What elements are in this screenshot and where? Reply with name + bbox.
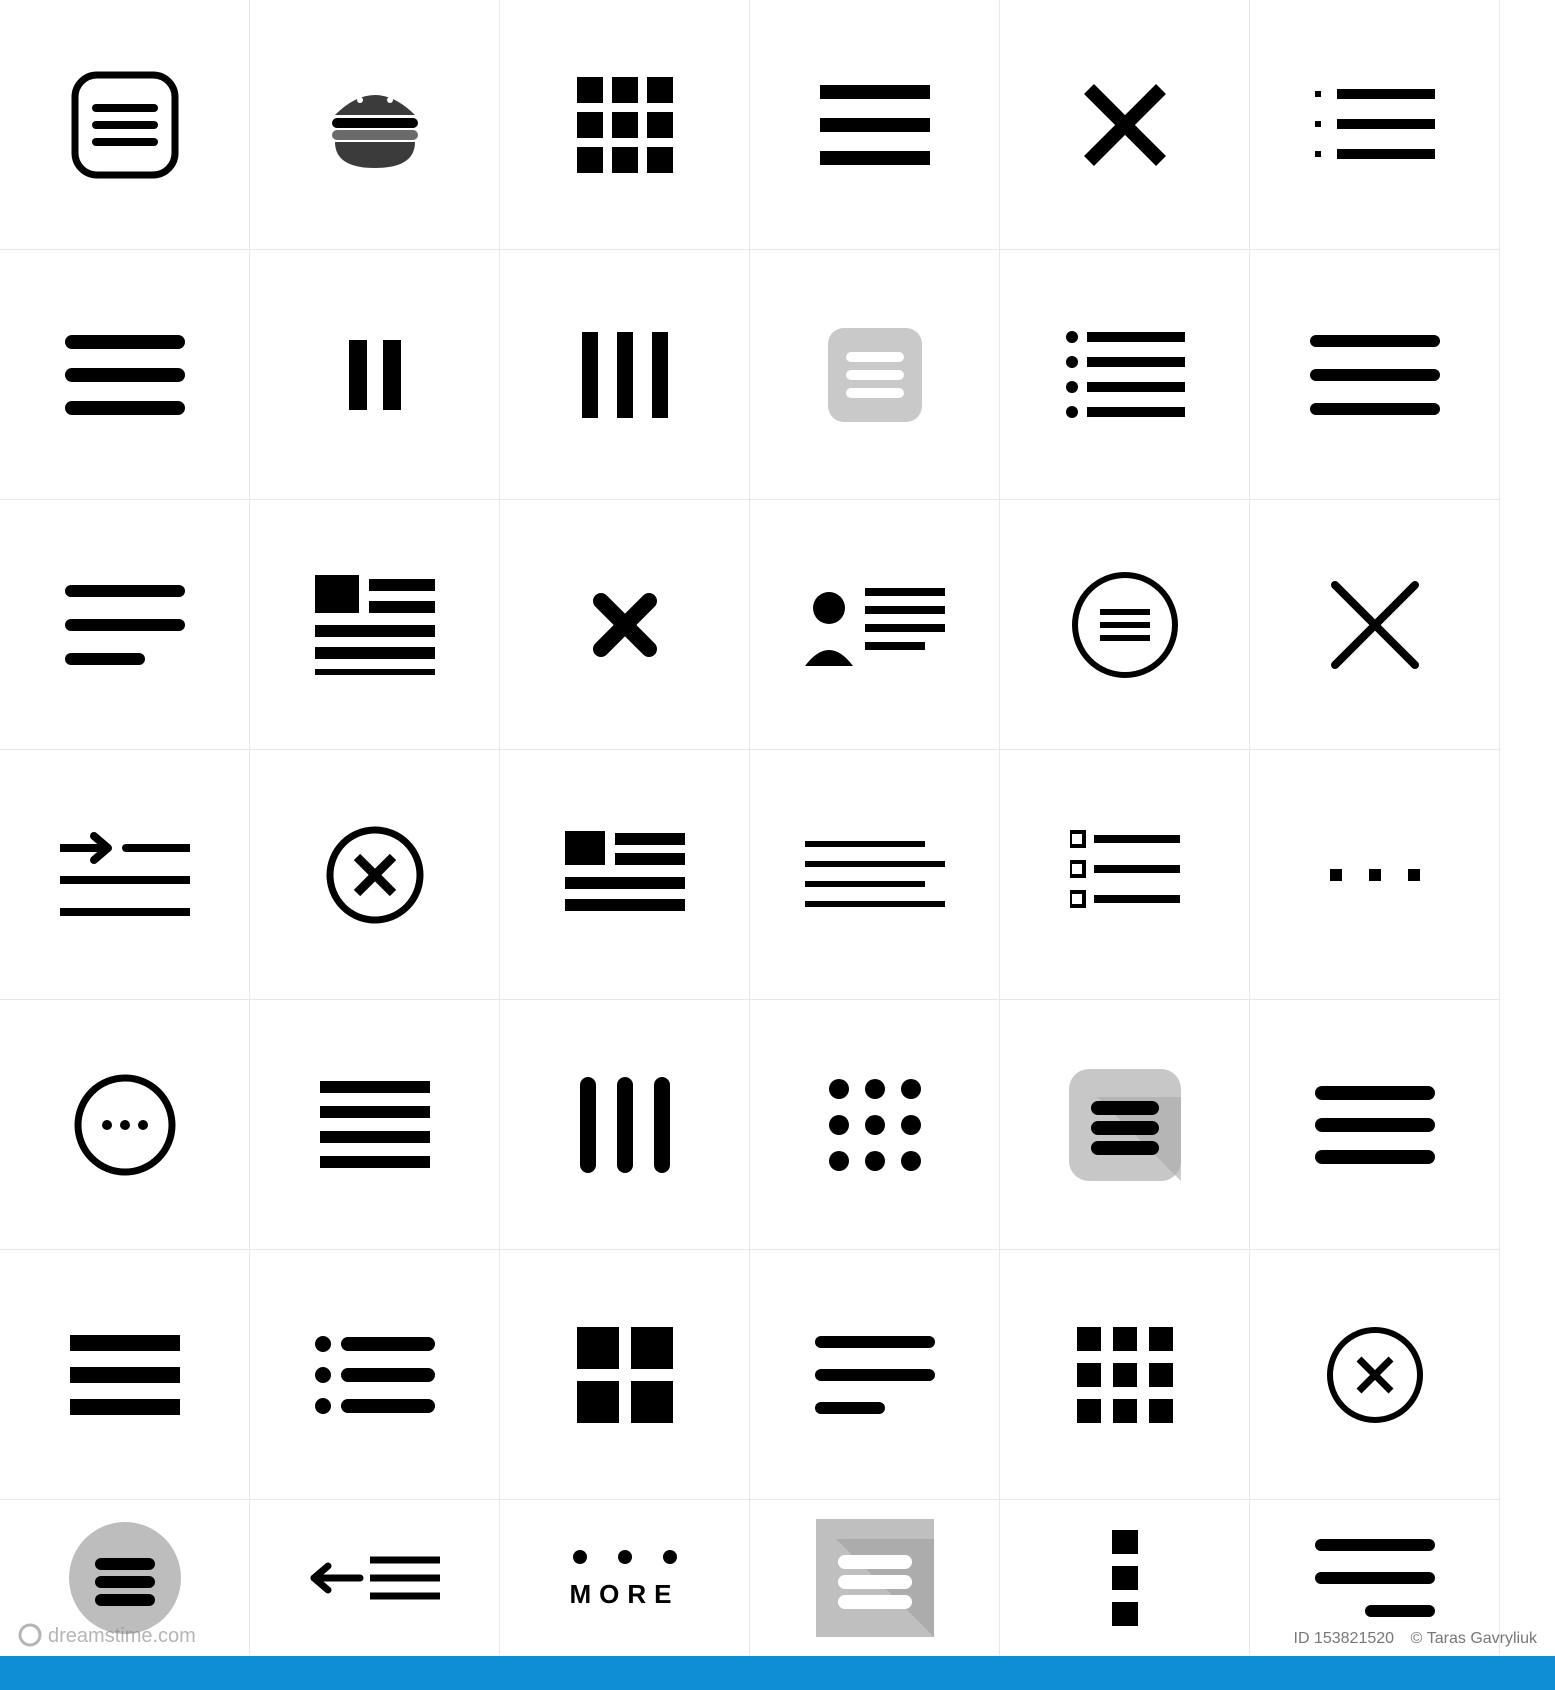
ellipsis-circle-outline-icon (0, 1000, 250, 1250)
align-left-icon (0, 500, 250, 750)
more-ellipsis-label-icon: MORE (570, 1500, 680, 1655)
grid-3x3-2-icon (1000, 1250, 1250, 1500)
hamburger-circle-outline-icon (1000, 500, 1250, 750)
user-with-list-icon (750, 500, 1000, 750)
align-justify-icon (250, 1000, 500, 1250)
copyright-symbol: © (1411, 1630, 1423, 1648)
image-id: ID 153821520 (1294, 1630, 1395, 1648)
hamburger-rounded-box-icon (0, 0, 250, 250)
hamburger-thick-icon (750, 0, 1000, 250)
burger-food-icon (250, 0, 500, 250)
back-to-list-arrow-icon (310, 1500, 440, 1655)
author-name: Taras Gavryliuk (1427, 1630, 1537, 1648)
align-left-short-icon (750, 1250, 1000, 1500)
hamburger-shadow-square-icon (816, 1500, 934, 1655)
close-circle-outline-icon (250, 750, 500, 1000)
bullet-list-dots-icon (1250, 0, 1500, 250)
pause-vertical-icon (250, 250, 500, 500)
grid-dots-3x3-icon (750, 1000, 1000, 1250)
stacked-squares-vertical-icon (1112, 1500, 1138, 1655)
bottom-bar (0, 1656, 1555, 1690)
hamburger-rounded-2-icon (1250, 1000, 1500, 1250)
dreamstime-wordmark: dreamstime.com (18, 1620, 238, 1650)
close-x-thin-icon (1250, 500, 1500, 750)
ellipsis-dots-icon (1250, 750, 1500, 1000)
hamburger-wide-icon (1250, 250, 1500, 500)
indent-right-arrow-icon (0, 750, 250, 1000)
icon-grid (0, 0, 1500, 1500)
close-x-bold-icon (500, 500, 750, 750)
underlined-lines-icon (750, 750, 1000, 1000)
separator (1400, 1630, 1404, 1648)
close-circle-outline-2-icon (1250, 1250, 1500, 1500)
svg-text:dreamstime.com: dreamstime.com (48, 1625, 196, 1647)
checklist-squares-icon (1000, 750, 1250, 1000)
stock-attribution: ID 153821520 © Taras Gavryliuk (1294, 1626, 1537, 1652)
close-x-icon (1000, 0, 1250, 250)
icon-sheet: MORE (0, 0, 1555, 1690)
hamburger-card-icon (750, 250, 1000, 500)
grid-3x3-icon (500, 0, 750, 250)
triple-vertical-bars-icon (500, 250, 750, 500)
hamburger-bold-icon (0, 1250, 250, 1500)
bullet-list-3-icon (250, 1250, 500, 1500)
triple-vertical-rounded-icon (500, 1000, 750, 1250)
hamburger-rounded-icon (0, 250, 250, 500)
more-label: MORE (570, 1581, 680, 1607)
image-with-text-icon (250, 500, 500, 750)
hamburger-shadow-card-icon (1000, 1000, 1250, 1250)
image-left-list-icon (500, 750, 750, 1000)
bullet-list-4-icon (1000, 250, 1250, 500)
windows-squares-icon (500, 1250, 750, 1500)
